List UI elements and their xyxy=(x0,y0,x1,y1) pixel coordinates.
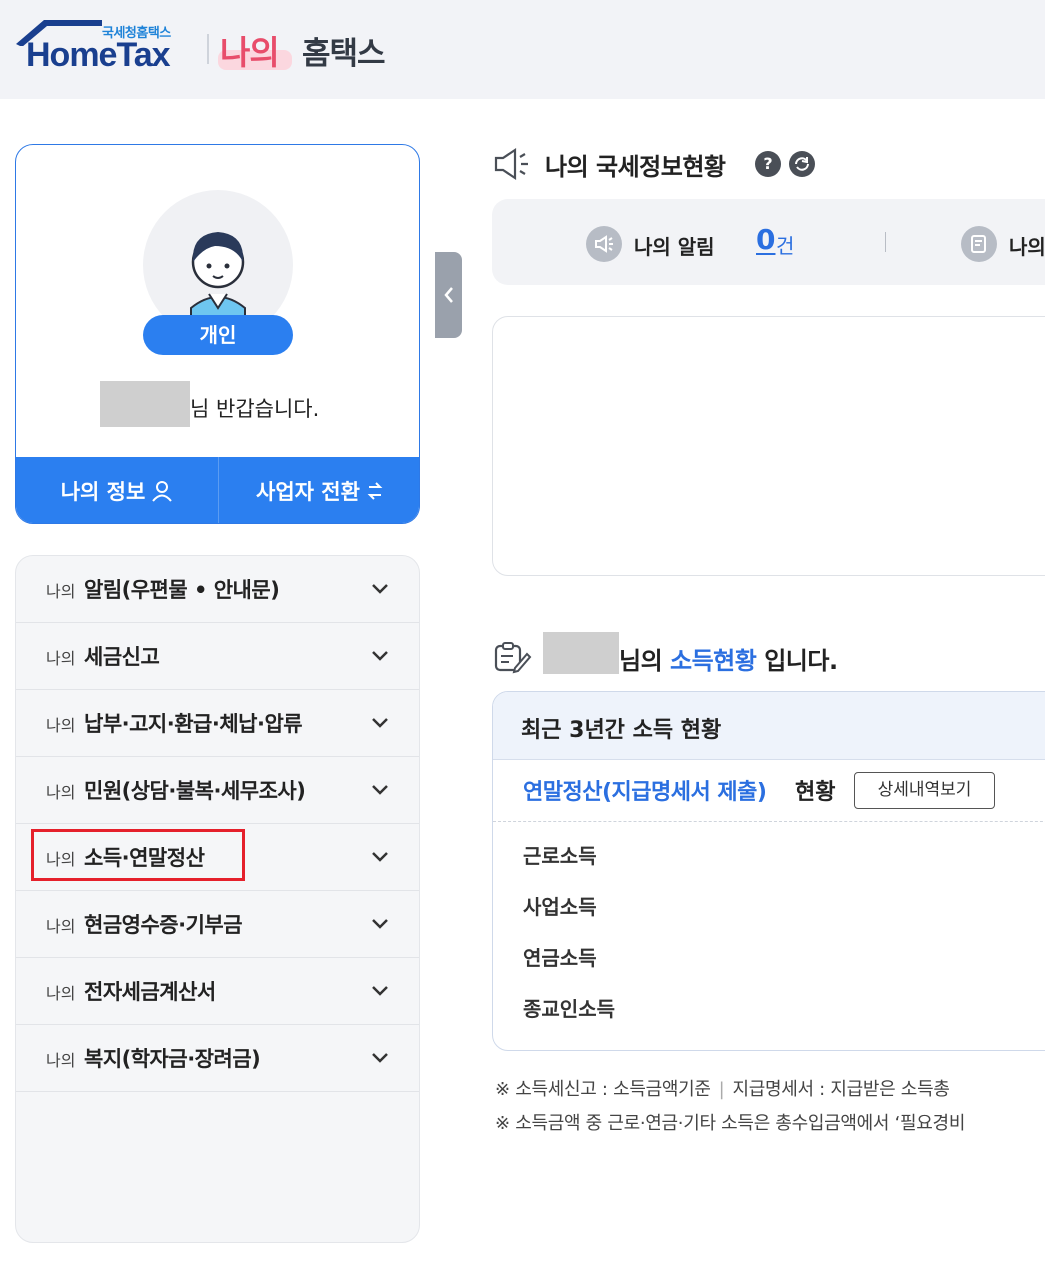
sidebar-item-tax-filing[interactable]: 나의 세금신고 xyxy=(16,623,419,690)
annotation-highlight-box xyxy=(31,829,245,881)
sidebar-item-label: 납부·고지·환급·체납·압류 xyxy=(84,712,303,736)
income-heading-highlight: 소득현황 xyxy=(670,647,757,675)
sidebar-item-label: 민원(상담·불복·세무조사) xyxy=(84,779,306,803)
sidebar-item-civil-affairs[interactable]: 나의 민원(상담·불복·세무조사) xyxy=(16,757,419,824)
footnote-line-2: ※ 소득금액 중 근로·연금·기타 소득은 총수입금액에서 ‘필요경비 xyxy=(495,1113,966,1134)
income-status-panel: 최근 3년간 소득 현황 연말정산(지급명세서 제출) 현황 상세내역보기 근로… xyxy=(492,691,1045,1051)
sidebar-item-label: 세금신고 xyxy=(84,645,160,669)
income-panel-title: 최근 3년간 소득 현황 xyxy=(521,718,722,743)
clipboard-pen-icon xyxy=(494,642,532,674)
income-panel-header: 최근 3년간 소득 현황 xyxy=(493,692,1045,760)
dashed-divider xyxy=(493,821,1045,822)
swap-arrows-icon xyxy=(367,482,383,500)
footnote-1b: 지급명세서 : 지급받은 소득총 xyxy=(732,1079,950,1100)
page-title-highlight: 나의 xyxy=(220,33,280,72)
second-status-label: 나의 xyxy=(1009,235,1045,259)
sidebar-item-label: 복지(학자금·장려금) xyxy=(84,1047,261,1071)
sidebar-item-payment[interactable]: 나의 납부·고지·환급·체납·압류 xyxy=(16,690,419,757)
document-edit-icon xyxy=(961,226,997,262)
chevron-down-icon xyxy=(372,852,388,862)
status-content-panel xyxy=(492,316,1045,576)
help-icon[interactable]: ? xyxy=(755,151,781,177)
chevron-down-icon xyxy=(372,986,388,996)
my-info-button[interactable]: 나의 정보 xyxy=(16,457,218,523)
sidebar-item-label: 현금영수증·기부금 xyxy=(84,913,243,937)
header-divider xyxy=(207,34,209,64)
sidebar-item-label: 알림(우편물 • 안내문) xyxy=(84,578,280,602)
sidebar-item-prefix: 나의 xyxy=(46,984,76,1003)
switch-business-button[interactable]: 사업자 전환 xyxy=(218,457,419,523)
year-end-settlement-label: 연말정산(지급명세서 제출) xyxy=(523,780,767,805)
chevron-down-icon xyxy=(372,651,388,661)
sidebar-item-label: 전자세금계산서 xyxy=(84,980,216,1004)
top-header: 국세청홈택스 HomeTax 나의 홈택스 xyxy=(0,0,1045,99)
view-details-button[interactable]: 상세내역보기 xyxy=(854,772,995,809)
refresh-icon[interactable] xyxy=(789,151,815,177)
my-info-label: 나의 정보 xyxy=(60,480,146,504)
person-icon xyxy=(152,481,173,502)
logo-wordmark: HomeTax xyxy=(26,36,171,74)
switch-business-label: 사업자 전환 xyxy=(256,480,360,504)
year-end-settlement-suffix: 현황 xyxy=(795,780,836,805)
sidebar-item-prefix: 나의 xyxy=(46,783,76,802)
income-heading: 님의 소득현황 입니다. xyxy=(619,641,838,676)
sidebar-item-prefix: 나의 xyxy=(46,582,76,601)
sidebar-item-welfare[interactable]: 나의 복지(학자금·장려금) xyxy=(16,1025,419,1092)
megaphone-icon xyxy=(494,147,528,181)
profile-actions: 나의 정보 사업자 전환 xyxy=(16,457,419,523)
footnote-separator: | xyxy=(718,1079,725,1100)
page-title: 홈택스 xyxy=(302,36,386,72)
footnote-line-1: ※ 소득세신고 : 소득금액기준 | 지급명세서 : 지급받은 소득총 xyxy=(495,1075,950,1101)
redacted-user-name xyxy=(100,381,190,427)
income-row-pension: 연금소득 xyxy=(523,946,597,970)
income-row-religious: 종교인소득 xyxy=(523,997,615,1021)
sidebar-item-notifications[interactable]: 나의 알림(우편물 • 안내문) xyxy=(16,556,419,623)
chevron-down-icon xyxy=(372,919,388,929)
sidebar-item-prefix: 나의 xyxy=(46,716,76,735)
greeting-text: 님 반갑습니다. xyxy=(190,397,320,421)
my-notice-count[interactable]: 0 xyxy=(756,223,775,256)
chevron-down-icon xyxy=(372,584,388,594)
sidebar-item-cash-receipt[interactable]: 나의 현금영수증·기부금 xyxy=(16,891,419,958)
chevron-left-icon xyxy=(443,287,453,303)
chevron-down-icon xyxy=(372,718,388,728)
chevron-down-icon xyxy=(372,785,388,795)
tax-status-title: 나의 국세정보현황 xyxy=(545,153,726,181)
notification-icon xyxy=(586,226,622,262)
user-type-badge: 개인 xyxy=(143,315,293,355)
sidebar-item-prefix: 나의 xyxy=(46,649,76,668)
sidebar-item-prefix: 나의 xyxy=(46,917,76,936)
income-row-earned: 근로소득 xyxy=(523,844,597,868)
sidebar-collapse-button[interactable] xyxy=(435,252,462,338)
footnote-1a: ※ 소득세신고 : 소득금액기준 xyxy=(495,1079,711,1100)
income-row-business: 사업소득 xyxy=(523,895,597,919)
income-heading-prefix: 님의 xyxy=(619,647,671,675)
my-notice-label: 나의 알림 xyxy=(634,235,715,259)
notice-separator xyxy=(885,232,886,252)
notice-summary-bar: 나의 알림 0 건 나의 xyxy=(492,199,1045,285)
sidebar-item-e-tax-invoice[interactable]: 나의 전자세금계산서 xyxy=(16,958,419,1025)
chevron-down-icon xyxy=(372,1053,388,1063)
profile-card: 개인 님 반갑습니다. 나의 정보 사업자 전환 xyxy=(15,144,420,524)
sidebar-menu: 나의 알림(우편물 • 안내문) 나의 세금신고 나의 납부·고지·환급·체납·… xyxy=(15,555,420,1243)
income-heading-suffix: 입니다. xyxy=(756,647,838,675)
hometax-logo[interactable]: 국세청홈택스 HomeTax xyxy=(14,14,194,76)
refresh-arrows-glyph xyxy=(795,157,809,171)
sidebar-item-prefix: 나의 xyxy=(46,1051,76,1070)
my-notice-unit: 건 xyxy=(776,234,795,258)
redacted-user-name xyxy=(543,632,619,674)
